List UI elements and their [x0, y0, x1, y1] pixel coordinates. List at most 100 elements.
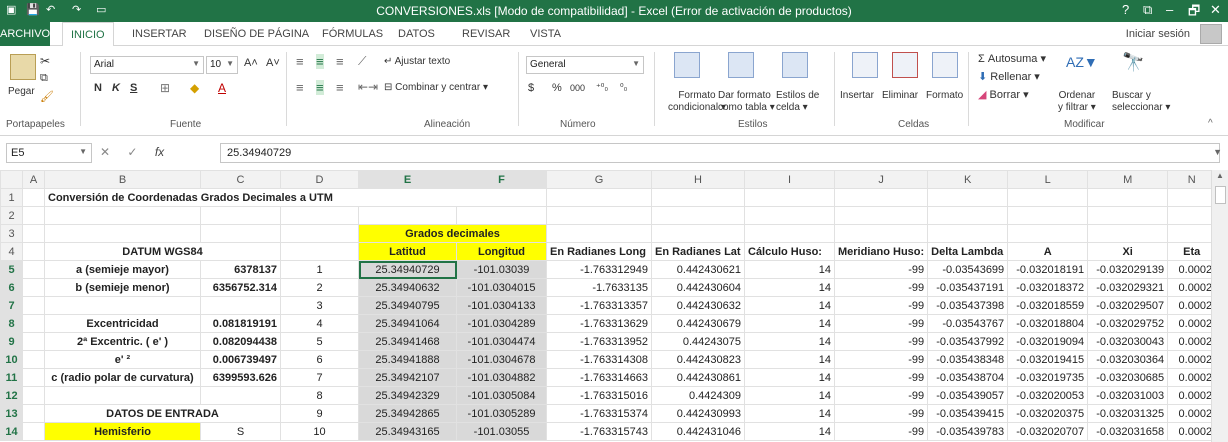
- delta-lambda-cell[interactable]: -0.03543699: [927, 260, 1009, 279]
- cell[interactable]: [546, 206, 652, 225]
- align-bottom-icon[interactable]: ≡: [336, 54, 344, 69]
- format-as-table-button[interactable]: Dar formato como tabla ▾: [718, 90, 775, 114]
- cell[interactable]: [833, 206, 929, 225]
- worksheet-grid[interactable]: A B C D E F G H I J K L M N 1 Conversión de Coordenadas…: [0, 170, 1228, 442]
- xi-cell[interactable]: -0.032029752: [1087, 314, 1169, 333]
- eta-cell[interactable]: 0.0002: [1167, 260, 1217, 279]
- rad-long-cell[interactable]: -1.763313952: [546, 332, 652, 351]
- longitude-cell[interactable]: -101.03039: [456, 260, 547, 279]
- cell-a13[interactable]: [22, 404, 45, 423]
- a-cell[interactable]: -0.032018372: [1007, 278, 1089, 297]
- row-header[interactable]: 9: [0, 332, 23, 351]
- row-header[interactable]: 14: [0, 422, 23, 441]
- decrease-decimal-icon[interactable]: ⁰₀: [620, 82, 627, 93]
- a-cell[interactable]: -0.032019415: [1007, 350, 1089, 369]
- meridiano-cell[interactable]: -99: [833, 332, 929, 351]
- rad-lat-cell[interactable]: 0.442431046: [651, 422, 745, 441]
- cell[interactable]: [1087, 224, 1169, 243]
- format-cells-button[interactable]: Formato: [926, 90, 963, 101]
- fill-color-icon[interactable]: ◆: [190, 81, 199, 95]
- align-center-icon[interactable]: ≡: [316, 80, 324, 95]
- cell-a7[interactable]: [22, 296, 45, 315]
- delta-lambda-cell[interactable]: -0.035439057: [927, 386, 1009, 405]
- huso-cell[interactable]: 14: [744, 314, 835, 333]
- huso-cell[interactable]: 14: [744, 350, 835, 369]
- param-value[interactable]: 6356752.314: [200, 278, 281, 297]
- cell-a9[interactable]: [22, 332, 45, 351]
- font-color-icon[interactable]: A: [218, 81, 226, 95]
- tab-vista[interactable]: VISTA: [530, 28, 561, 40]
- longitude-cell[interactable]: -101.0305084: [456, 386, 547, 405]
- delta-lambda-cell[interactable]: -0.035437398: [927, 296, 1009, 315]
- delta-lambda-cell[interactable]: -0.035437191: [927, 278, 1009, 297]
- huso-cell[interactable]: 14: [744, 404, 835, 423]
- a-cell[interactable]: -0.032020053: [1007, 386, 1089, 405]
- cell-styles-icon[interactable]: [782, 52, 808, 78]
- param-label[interactable]: a (semieje mayor): [44, 260, 201, 279]
- param-value[interactable]: S: [200, 422, 281, 441]
- cell[interactable]: [358, 206, 457, 225]
- close-button[interactable]: ✕: [1210, 2, 1221, 18]
- cell-a10[interactable]: [22, 350, 45, 369]
- row-header[interactable]: 13: [0, 404, 23, 423]
- huso-cell[interactable]: 14: [744, 422, 835, 441]
- delta-lambda-cell[interactable]: -0.035438704: [927, 368, 1009, 387]
- autosum-button[interactable]: Σ Autosuma ▾: [978, 52, 1046, 65]
- eta-cell[interactable]: 0.0002: [1167, 386, 1217, 405]
- cell[interactable]: [927, 224, 1009, 243]
- row-header[interactable]: 11: [0, 368, 23, 387]
- longitude-cell[interactable]: -101.0304882: [456, 368, 547, 387]
- huso-cell[interactable]: 14: [744, 332, 835, 351]
- cell-a5[interactable]: [22, 260, 45, 279]
- row-header[interactable]: 4: [0, 242, 23, 261]
- rad-lat-cell[interactable]: 0.442430621: [651, 260, 745, 279]
- eta-cell[interactable]: 0.0002: [1167, 278, 1217, 297]
- param-label[interactable]: Excentricidad: [44, 314, 201, 333]
- point-index[interactable]: 4: [280, 314, 359, 333]
- vertical-scrollbar[interactable]: ▲: [1211, 170, 1228, 442]
- huso-cell[interactable]: 14: [744, 278, 835, 297]
- header-12[interactable]: A: [1007, 242, 1089, 261]
- row-header[interactable]: 8: [0, 314, 23, 333]
- meridiano-cell[interactable]: -99: [833, 404, 929, 423]
- cell[interactable]: [1007, 224, 1089, 243]
- xi-cell[interactable]: -0.032029507: [1087, 296, 1169, 315]
- cell[interactable]: [1087, 188, 1169, 207]
- param-value[interactable]: [200, 296, 281, 315]
- meridiano-cell[interactable]: -99: [833, 368, 929, 387]
- tab-datos[interactable]: DATOS: [398, 28, 435, 40]
- tab-revisar[interactable]: REVISAR: [462, 28, 510, 40]
- a-cell[interactable]: -0.032018804: [1007, 314, 1089, 333]
- rad-long-cell[interactable]: -1.763313629: [546, 314, 652, 333]
- underline-button[interactable]: S: [130, 82, 137, 94]
- param-label[interactable]: DATOS DE ENTRADA: [44, 404, 281, 423]
- param-value[interactable]: 6399593.626: [200, 368, 281, 387]
- param-value[interactable]: 0.006739497: [200, 350, 281, 369]
- delete-cells-icon[interactable]: [892, 52, 918, 78]
- row-header[interactable]: 12: [0, 386, 23, 405]
- eta-cell[interactable]: 0.0002: [1167, 422, 1217, 441]
- paste-icon[interactable]: [10, 54, 36, 80]
- xi-cell[interactable]: -0.032029321: [1087, 278, 1169, 297]
- cell[interactable]: [1007, 188, 1089, 207]
- sort-filter-button[interactable]: Ordenar y filtrar ▾: [1058, 90, 1096, 114]
- cell-a2[interactable]: [22, 206, 45, 225]
- row-header[interactable]: 3: [0, 224, 23, 243]
- enter-icon[interactable]: ✓: [127, 145, 137, 159]
- orientation-icon[interactable]: ⟋: [358, 54, 366, 69]
- point-index[interactable]: 10: [280, 422, 359, 441]
- avatar[interactable]: [1200, 24, 1222, 44]
- header-9[interactable]: Cálculo Huso:: [744, 242, 835, 261]
- tab-archivo[interactable]: ARCHIVO: [0, 22, 50, 46]
- ribbon-display-button[interactable]: ⧉: [1143, 2, 1152, 18]
- cell[interactable]: [651, 188, 745, 207]
- font-name-select[interactable]: Arial ▼: [90, 56, 204, 74]
- datum-header[interactable]: DATUM WGS84: [44, 242, 281, 261]
- header-8[interactable]: En Radianes Lat: [651, 242, 745, 261]
- rad-long-cell[interactable]: -1.763312949: [546, 260, 652, 279]
- latitude-cell[interactable]: 25.34943165: [358, 422, 457, 441]
- minimize-button[interactable]: –: [1166, 2, 1173, 17]
- meridiano-cell[interactable]: -99: [833, 260, 929, 279]
- rad-lat-cell[interactable]: 0.442430861: [651, 368, 745, 387]
- point-index[interactable]: 1: [280, 260, 359, 279]
